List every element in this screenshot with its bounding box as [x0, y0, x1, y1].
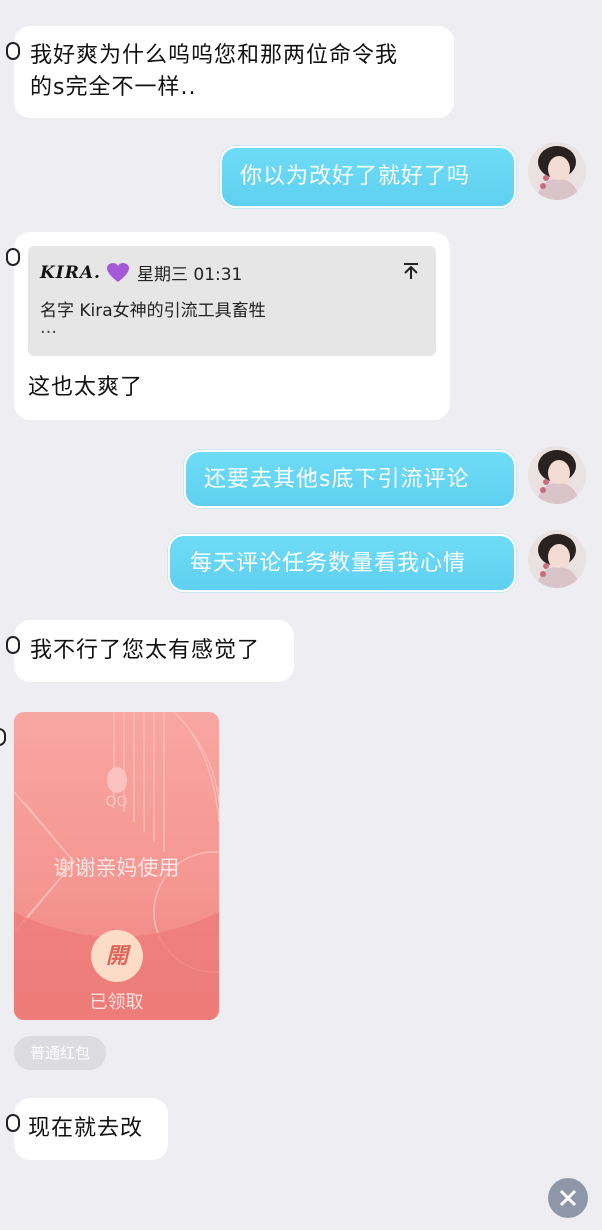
qq-penguin-icon: [107, 767, 127, 793]
message-text: 我好爽为什么呜呜您和那两位命令我 的s完全不一样..: [30, 43, 399, 100]
quote-timestamp: 星期三 01:31: [136, 265, 243, 285]
quote-text: 名字 Kira女神的引流工具畜牲: [40, 301, 266, 321]
message-bubble-outgoing[interactable]: 每天评论任务数量看我心情: [168, 534, 516, 592]
message-text: 我不行了您太有感觉了: [30, 638, 261, 663]
purple-heart-icon: [106, 262, 129, 282]
message-bubble-outgoing[interactable]: 你以为改好了就好了吗: [220, 146, 516, 208]
message-text: 还要去其他s底下引流评论: [204, 467, 470, 492]
message-bubble-outgoing[interactable]: 还要去其他s底下引流评论: [184, 450, 516, 508]
message-text: 现在就去改: [28, 1116, 144, 1141]
sender-avatar-edge: [6, 636, 20, 654]
open-button-label: 開: [105, 943, 128, 969]
message-text: 每天评论任务数量看我心情: [190, 551, 467, 576]
user-avatar[interactable]: [528, 142, 586, 200]
message-bubble-incoming[interactable]: 现在就去改: [6, 1098, 168, 1160]
message-bubble-incoming-with-quote[interactable]: KIRA. 星期三 01:31 名字 Kira女神的引流工具畜牲 … 这也太爽了: [6, 232, 450, 420]
quote-more: …: [40, 318, 57, 338]
sender-avatar-edge: [6, 1114, 20, 1132]
red-packet-type-tag: 普通红包: [14, 1036, 107, 1070]
sender-avatar-edge: [6, 248, 20, 266]
user-avatar[interactable]: [528, 530, 586, 588]
quoted-message[interactable]: KIRA. 星期三 01:31 名字 Kira女神的引流工具畜牲 …: [28, 246, 436, 356]
user-avatar[interactable]: [528, 446, 586, 504]
message-bubble-incoming[interactable]: 我好爽为什么呜呜您和那两位命令我 的s完全不一样..: [6, 26, 454, 118]
sender-avatar-edge: [0, 728, 6, 746]
red-packet-card[interactable]: QQ 谢谢亲妈使用 開 已领取: [14, 712, 219, 1020]
message-bubble-incoming[interactable]: 我不行了您太有感觉了: [6, 620, 294, 682]
sender-avatar-edge: [6, 42, 20, 60]
collapse-up-icon[interactable]: [402, 262, 420, 280]
message-text: 你以为改好了就好了吗: [240, 164, 471, 189]
quote-author: KIRA.: [40, 262, 101, 283]
red-packet-brand: QQ: [105, 794, 128, 810]
red-packet-status: 已领取: [89, 992, 144, 1013]
open-button[interactable]: 開: [91, 930, 143, 982]
scroll-down-icon[interactable]: [548, 1178, 588, 1218]
message-text: 这也太爽了: [28, 375, 144, 400]
red-packet-greeting: 谢谢亲妈使用: [53, 856, 180, 880]
